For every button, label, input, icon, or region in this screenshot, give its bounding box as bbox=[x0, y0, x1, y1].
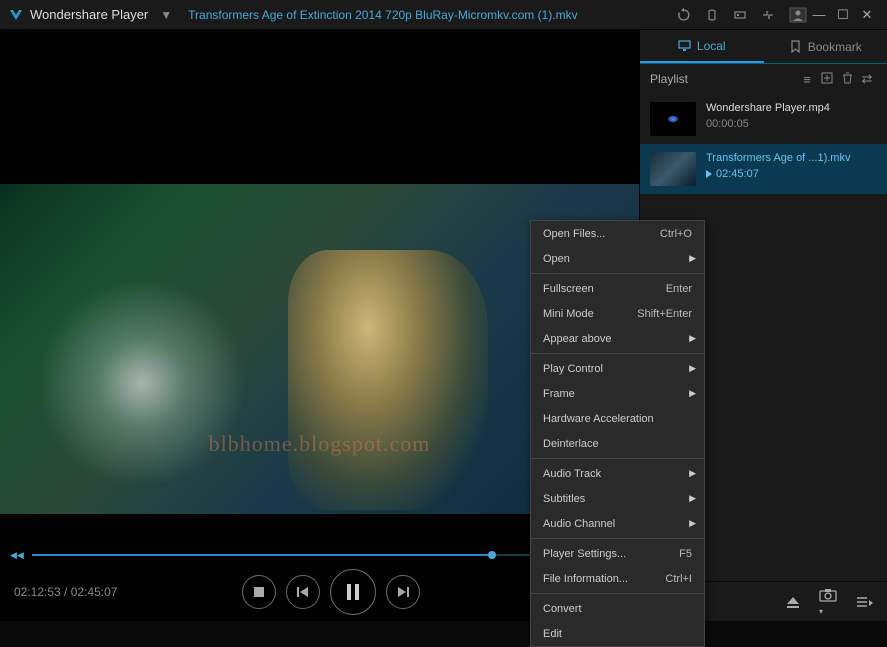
menu-item[interactable]: Open▶ bbox=[531, 246, 704, 271]
menu-item-label: Appear above bbox=[543, 333, 692, 345]
snapshot-icon[interactable]: ▾ bbox=[819, 588, 837, 616]
minimize-button[interactable]: — bbox=[807, 7, 831, 22]
next-button[interactable] bbox=[386, 575, 420, 609]
playlist-item-name: Wondershare Player.mp4 bbox=[706, 102, 877, 114]
close-button[interactable]: ✕ bbox=[855, 7, 879, 23]
menu-item-label: Player Settings... bbox=[543, 548, 679, 560]
menu-item-shortcut: Enter bbox=[666, 283, 692, 295]
menu-item-label: Hardware Acceleration bbox=[543, 413, 692, 425]
tab-bookmark[interactable]: Bookmark bbox=[764, 30, 887, 63]
prev-button[interactable] bbox=[286, 575, 320, 609]
list-view-icon[interactable]: ≡ bbox=[797, 72, 817, 87]
seek-back-icon[interactable]: ◀◀ bbox=[10, 550, 24, 561]
window-title: Transformers Age of Extinction 2014 720p… bbox=[188, 8, 577, 22]
submenu-arrow-icon: ▶ bbox=[689, 363, 696, 374]
submenu-arrow-icon: ▶ bbox=[689, 253, 696, 264]
menu-item[interactable]: Audio Channel▶ bbox=[531, 511, 704, 536]
menu-item[interactable]: FullscreenEnter bbox=[531, 276, 704, 301]
playlist-header: Playlist ≡ ⇄ bbox=[640, 64, 887, 94]
menu-item[interactable]: Audio Track▶ bbox=[531, 461, 704, 486]
menu-item[interactable]: Player Settings...F5 bbox=[531, 541, 704, 566]
submenu-arrow-icon: ▶ bbox=[689, 518, 696, 529]
titlebar: Wondershare Player ▼ Transformers Age of… bbox=[0, 0, 887, 30]
menu-item-label: Fullscreen bbox=[543, 283, 666, 295]
menu-item-label: Subtitles bbox=[543, 493, 692, 505]
menu-item-label: Frame bbox=[543, 388, 692, 400]
sort-icon[interactable]: ⇄ bbox=[857, 71, 877, 87]
menu-item-label: File Information... bbox=[543, 573, 665, 585]
playlist-item[interactable]: Transformers Age of ...1).mkv 02:45:07 bbox=[640, 144, 887, 194]
add-item-icon[interactable] bbox=[817, 72, 837, 87]
delete-icon[interactable] bbox=[837, 72, 857, 87]
menu-item-label: Open Files... bbox=[543, 228, 660, 240]
title-tool-icons bbox=[677, 7, 807, 23]
menu-item-label: Open bbox=[543, 253, 692, 265]
menu-item[interactable]: Edit bbox=[531, 621, 704, 646]
menu-item-shortcut: Ctrl+O bbox=[660, 228, 692, 240]
menu-item-label: Deinterlace bbox=[543, 438, 692, 450]
menu-item[interactable]: Convert bbox=[531, 596, 704, 621]
submenu-arrow-icon: ▶ bbox=[689, 468, 696, 479]
menu-item-shortcut: Shift+Enter bbox=[637, 308, 692, 320]
app-menu-dropdown[interactable]: ▼ bbox=[160, 8, 172, 22]
menu-item-shortcut: Ctrl+I bbox=[665, 573, 692, 585]
time-display: 02:12:53 / 02:45:07 bbox=[14, 585, 117, 599]
pause-button[interactable] bbox=[330, 569, 376, 615]
bookmark-icon bbox=[789, 40, 802, 53]
seekbar[interactable] bbox=[32, 554, 607, 556]
menu-item[interactable]: Open Files...Ctrl+O bbox=[531, 221, 704, 246]
menu-item[interactable]: Hardware Acceleration bbox=[531, 406, 704, 431]
menu-item[interactable]: Subtitles▶ bbox=[531, 486, 704, 511]
menu-item-shortcut: F5 bbox=[679, 548, 692, 560]
refresh-icon[interactable] bbox=[677, 8, 691, 22]
menu-item[interactable]: Frame▶ bbox=[531, 381, 704, 406]
app-logo-icon bbox=[8, 7, 24, 23]
eject-icon[interactable] bbox=[785, 595, 801, 609]
menu-item[interactable]: Appear above▶ bbox=[531, 326, 704, 351]
menu-item-label: Audio Track bbox=[543, 468, 692, 480]
playlist-item-duration: 02:45:07 bbox=[706, 168, 877, 180]
playlist-item-name: Transformers Age of ...1).mkv bbox=[706, 152, 877, 164]
menu-item-label: Audio Channel bbox=[543, 518, 692, 530]
monitor-icon bbox=[678, 39, 691, 52]
menu-item-label: Convert bbox=[543, 603, 692, 615]
playlist-item-duration: 00:00:05 bbox=[706, 118, 877, 130]
playlist-item[interactable]: Wondershare Player.mp4 00:00:05 bbox=[640, 94, 887, 144]
menu-item[interactable]: Mini ModeShift+Enter bbox=[531, 301, 704, 326]
maximize-button[interactable]: ☐ bbox=[831, 7, 855, 23]
context-menu: Open Files...Ctrl+OOpen▶FullscreenEnterM… bbox=[530, 220, 705, 647]
tool-icon-1[interactable] bbox=[705, 8, 719, 22]
tool-icon-3[interactable] bbox=[761, 8, 775, 22]
user-icon[interactable] bbox=[789, 7, 807, 23]
menu-item-label: Play Control bbox=[543, 363, 692, 375]
tab-local[interactable]: Local bbox=[640, 30, 764, 63]
tool-icon-2[interactable] bbox=[733, 8, 747, 22]
playlist-thumb bbox=[650, 102, 696, 136]
menu-item[interactable]: Play Control▶ bbox=[531, 356, 704, 381]
menu-item-label: Mini Mode bbox=[543, 308, 637, 320]
menu-item[interactable]: File Information...Ctrl+I bbox=[531, 566, 704, 591]
playlist-toggle-icon[interactable] bbox=[855, 595, 873, 609]
menu-item-label: Edit bbox=[543, 628, 692, 640]
submenu-arrow-icon: ▶ bbox=[689, 493, 696, 504]
stop-button[interactable] bbox=[242, 575, 276, 609]
app-name: Wondershare Player bbox=[30, 7, 148, 22]
submenu-arrow-icon: ▶ bbox=[689, 388, 696, 399]
playing-icon bbox=[706, 170, 712, 178]
playlist-thumb bbox=[650, 152, 696, 186]
menu-item[interactable]: Deinterlace bbox=[531, 431, 704, 456]
submenu-arrow-icon: ▶ bbox=[689, 333, 696, 344]
